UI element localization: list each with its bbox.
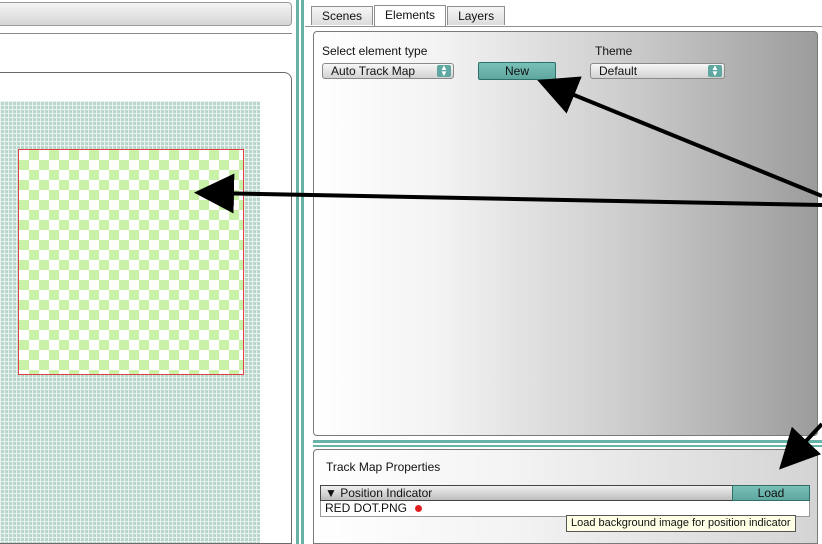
panel-title: Track Map Properties (326, 460, 441, 474)
theme-value: Default (599, 64, 638, 78)
canvas-pane (0, 0, 296, 544)
select-arrows-icon: ▲ ▼ (708, 64, 722, 78)
file-name: RED DOT.PNG (325, 501, 408, 515)
load-tooltip: Load background image for position indic… (566, 515, 796, 532)
tab-elements[interactable]: Elements (374, 5, 447, 26)
tab-bar: Scenes Elements Layers (311, 5, 506, 26)
position-indicator-section[interactable]: ▼ Position Indicator Load (320, 485, 810, 501)
theme-select[interactable]: Default ▲ ▼ (590, 63, 725, 79)
element-type-select[interactable]: Auto Track Map ▲ ▼ (322, 63, 454, 79)
canvas-header-strip (0, 33, 292, 72)
horizontal-splitter[interactable] (313, 440, 822, 443)
canvas-toolbar (0, 2, 292, 26)
element-type-value: Auto Track Map (331, 64, 416, 78)
red-dot-icon (415, 505, 423, 513)
vertical-splitter[interactable] (296, 0, 299, 544)
properties-pane: Scenes Elements Layers Select element ty… (305, 0, 822, 544)
section-label: ▼ Position Indicator (325, 486, 433, 500)
tab-layers[interactable]: Layers (447, 6, 506, 25)
load-button[interactable]: Load (732, 485, 810, 501)
canvas-frame (0, 72, 292, 544)
elements-panel: Select element type Auto Track Map ▲ ▼ Ne… (313, 31, 818, 436)
tab-divider (305, 26, 822, 27)
tab-scenes[interactable]: Scenes (311, 6, 374, 25)
horizontal-splitter-secondary[interactable] (313, 445, 822, 447)
select-element-type-label: Select element type (322, 44, 428, 58)
track-map-element[interactable] (18, 149, 244, 375)
select-arrows-icon: ▲ ▼ (437, 64, 451, 78)
vertical-splitter-secondary[interactable] (301, 0, 304, 544)
new-element-button[interactable]: New (478, 62, 556, 80)
canvas-grid[interactable] (0, 101, 260, 543)
theme-label: Theme (595, 44, 633, 58)
